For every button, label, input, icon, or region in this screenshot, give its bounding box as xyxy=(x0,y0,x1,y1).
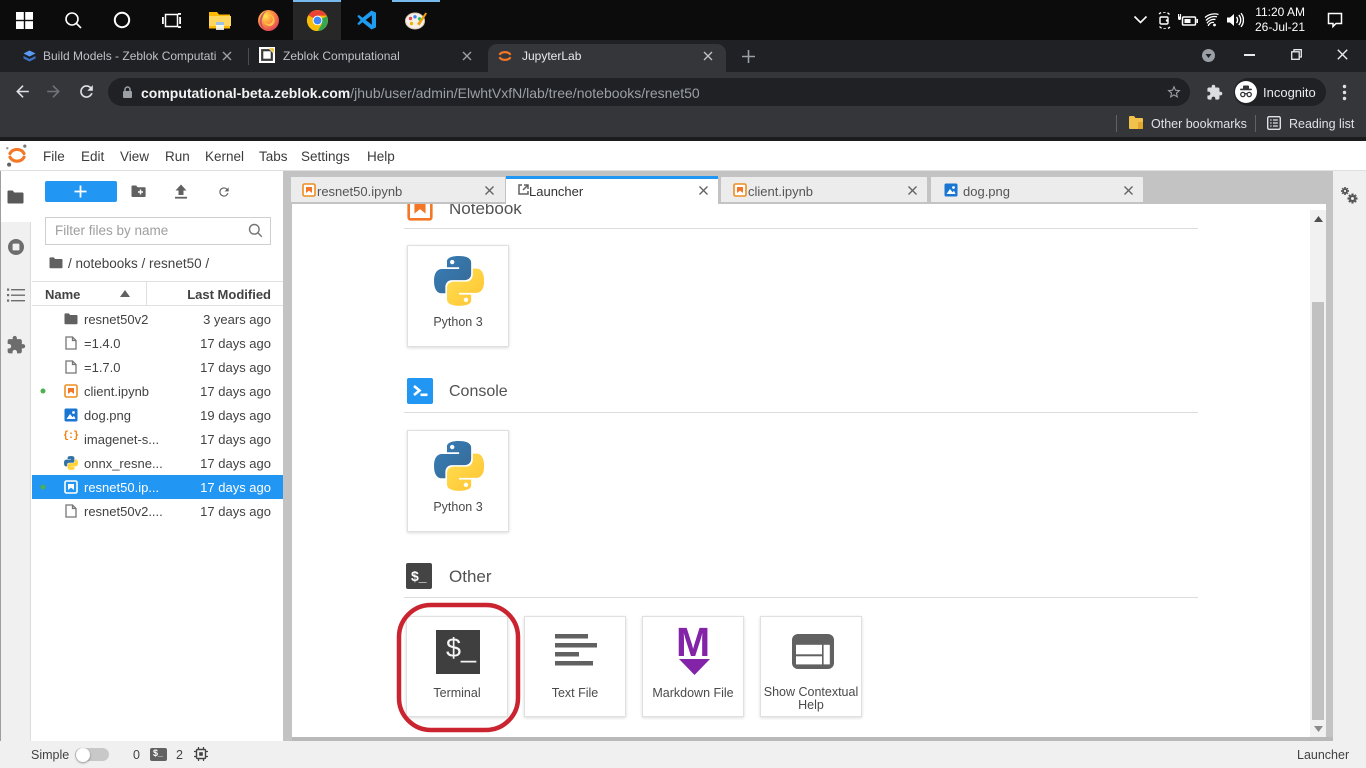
svg-text:$_: $_ xyxy=(411,568,427,584)
